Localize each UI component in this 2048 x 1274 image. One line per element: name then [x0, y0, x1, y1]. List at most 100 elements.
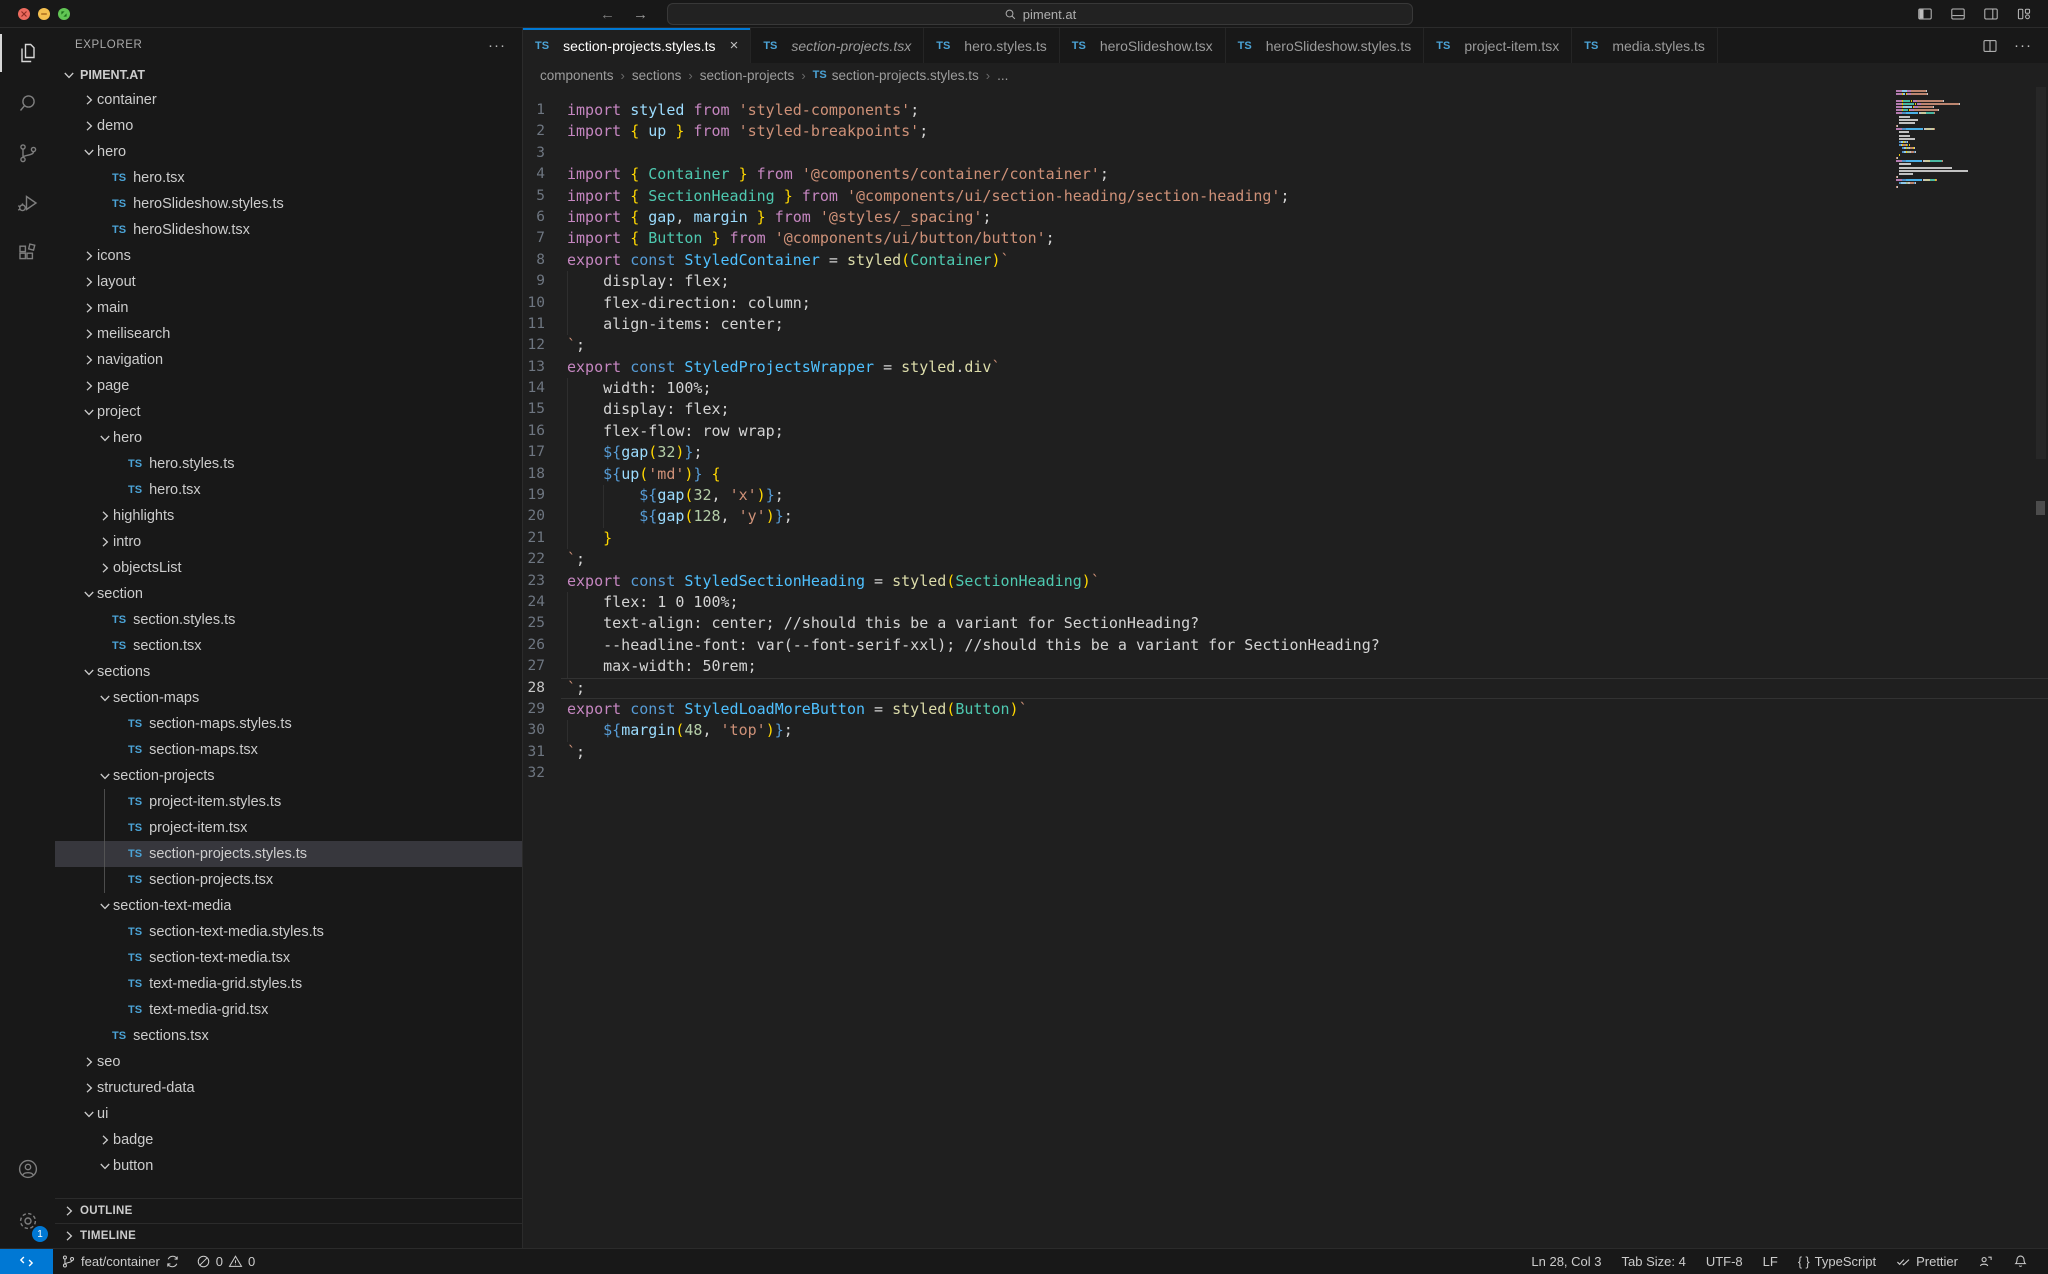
- folder-item-highlights[interactable]: highlights: [55, 503, 522, 529]
- file-item-section-maps.styles.ts[interactable]: TSsection-maps.styles.ts: [55, 711, 522, 737]
- remote-indicator[interactable]: [0, 1249, 53, 1274]
- notifications-button[interactable]: [2003, 1249, 2038, 1274]
- code-line[interactable]: 20 ${gap(128, 'y')};: [523, 506, 2048, 527]
- navigate-back-button[interactable]: ←: [600, 6, 615, 23]
- file-item-hero.tsx[interactable]: TShero.tsx: [55, 165, 522, 191]
- outline-section[interactable]: OUTLINE: [55, 1198, 522, 1223]
- code-line[interactable]: 18 ${up('md')} {: [523, 464, 2048, 485]
- folder-item-sections[interactable]: sections: [55, 659, 522, 685]
- folder-item-page[interactable]: page: [55, 373, 522, 399]
- code-line[interactable]: 21 }: [523, 528, 2048, 549]
- folder-item-section-text-media[interactable]: section-text-media: [55, 893, 522, 919]
- problems-indicator[interactable]: 0 0: [188, 1249, 263, 1274]
- code-editor[interactable]: 1import styled from 'styled-components';…: [523, 87, 2048, 1248]
- code-line[interactable]: 10 flex-direction: column;: [523, 293, 2048, 314]
- activity-explorer[interactable]: [0, 28, 55, 78]
- activity-extensions[interactable]: [0, 228, 55, 278]
- code-line[interactable]: 31`;: [523, 742, 2048, 763]
- file-item-hero.tsx[interactable]: TShero.tsx: [55, 477, 522, 503]
- code-line[interactable]: 14 width: 100%;: [523, 378, 2048, 399]
- folder-item-hero[interactable]: hero: [55, 425, 522, 451]
- code-line[interactable]: 11 align-items: center;: [523, 314, 2048, 335]
- folder-item-section-maps[interactable]: section-maps: [55, 685, 522, 711]
- breadcrumb-item[interactable]: components: [540, 68, 614, 83]
- file-item-project-item.styles.ts[interactable]: TSproject-item.styles.ts: [55, 789, 522, 815]
- editor-tab[interactable]: TShero.styles.ts: [924, 28, 1060, 63]
- close-window-button[interactable]: [18, 8, 30, 20]
- workspace-root[interactable]: PIMENT.AT: [55, 62, 522, 87]
- code-line[interactable]: 16 flex-flow: row wrap;: [523, 421, 2048, 442]
- minimap[interactable]: [1896, 90, 2028, 192]
- close-tab-icon[interactable]: ×: [730, 37, 739, 54]
- file-item-section-text-media.styles.ts[interactable]: TSsection-text-media.styles.ts: [55, 919, 522, 945]
- code-line[interactable]: 30 ${margin(48, 'top')};: [523, 720, 2048, 741]
- code-line[interactable]: 7import { Button } from '@components/ui/…: [523, 228, 2048, 249]
- file-item-section-projects.styles.ts[interactable]: TSsection-projects.styles.ts: [55, 841, 522, 867]
- editor-tab[interactable]: TSmedia.styles.ts: [1572, 28, 1718, 63]
- breadcrumb-item[interactable]: section-projects: [700, 68, 795, 83]
- folder-item-intro[interactable]: intro: [55, 529, 522, 555]
- code-line[interactable]: 17 ${gap(32)};: [523, 442, 2048, 463]
- branch-indicator[interactable]: feat/container: [53, 1249, 188, 1274]
- folder-item-demo[interactable]: demo: [55, 113, 522, 139]
- toggle-secondary-sidebar-icon[interactable]: [1983, 6, 1999, 22]
- activity-settings[interactable]: 1: [0, 1194, 55, 1248]
- code-line[interactable]: 27 max-width: 50rem;: [523, 656, 2048, 677]
- editor-tab[interactable]: TSproject-item.tsx: [1424, 28, 1572, 63]
- code-line[interactable]: 13export const StyledProjectsWrapper = s…: [523, 357, 2048, 378]
- zoom-window-button[interactable]: [58, 8, 70, 20]
- activity-source-control[interactable]: [0, 128, 55, 178]
- editor-tab[interactable]: TSheroSlideshow.tsx: [1060, 28, 1226, 63]
- file-item-project-item.tsx[interactable]: TSproject-item.tsx: [55, 815, 522, 841]
- indentation[interactable]: Tab Size: 4: [1612, 1249, 1696, 1274]
- folder-item-seo[interactable]: seo: [55, 1049, 522, 1075]
- code-line[interactable]: 28`;: [523, 678, 2048, 699]
- editor-more-actions-icon[interactable]: ···: [2014, 37, 2032, 54]
- folder-item-icons[interactable]: icons: [55, 243, 522, 269]
- editor-tab[interactable]: TSsection-projects.tsx: [751, 28, 924, 63]
- code-line[interactable]: 3: [523, 143, 2048, 164]
- code-line[interactable]: 4import { Container } from '@components/…: [523, 164, 2048, 185]
- file-item-text-media-grid.tsx[interactable]: TStext-media-grid.tsx: [55, 997, 522, 1023]
- breadcrumb-item[interactable]: ...: [997, 68, 1008, 83]
- feedback-button[interactable]: [1968, 1249, 2003, 1274]
- code-line[interactable]: 23export const StyledSectionHeading = st…: [523, 571, 2048, 592]
- encoding[interactable]: UTF-8: [1696, 1249, 1753, 1274]
- code-line[interactable]: 19 ${gap(32, 'x')};: [523, 485, 2048, 506]
- code-line[interactable]: 1import styled from 'styled-components';: [523, 100, 2048, 121]
- code-line[interactable]: 6import { gap, margin } from '@styles/_s…: [523, 207, 2048, 228]
- editor-scrollbar[interactable]: [2036, 87, 2046, 459]
- file-item-section-text-media.tsx[interactable]: TSsection-text-media.tsx: [55, 945, 522, 971]
- folder-item-project[interactable]: project: [55, 399, 522, 425]
- editor-tab[interactable]: TSsection-projects.styles.ts×: [523, 28, 751, 63]
- command-center-search[interactable]: piment.at: [667, 3, 1413, 25]
- language-mode[interactable]: { } TypeScript: [1788, 1249, 1886, 1274]
- file-item-section-maps.tsx[interactable]: TSsection-maps.tsx: [55, 737, 522, 763]
- folder-item-meilisearch[interactable]: meilisearch: [55, 321, 522, 347]
- code-line[interactable]: 24 flex: 1 0 100%;: [523, 592, 2048, 613]
- file-item-heroSlideshow.styles.ts[interactable]: TSheroSlideshow.styles.ts: [55, 191, 522, 217]
- folder-item-section-projects[interactable]: section-projects: [55, 763, 522, 789]
- file-item-section.tsx[interactable]: TSsection.tsx: [55, 633, 522, 659]
- toggle-panel-icon[interactable]: [1950, 6, 1966, 22]
- folder-item-main[interactable]: main: [55, 295, 522, 321]
- folder-item-navigation[interactable]: navigation: [55, 347, 522, 373]
- code-line[interactable]: 9 display: flex;: [523, 271, 2048, 292]
- folder-item-objectsList[interactable]: objectsList: [55, 555, 522, 581]
- activity-search[interactable]: [0, 78, 55, 128]
- folder-item-ui[interactable]: ui: [55, 1101, 522, 1127]
- folder-item-hero[interactable]: hero: [55, 139, 522, 165]
- folder-item-layout[interactable]: layout: [55, 269, 522, 295]
- file-item-section-projects.tsx[interactable]: TSsection-projects.tsx: [55, 867, 522, 893]
- formatter-status[interactable]: Prettier: [1886, 1249, 1968, 1274]
- split-editor-icon[interactable]: [1982, 38, 1998, 54]
- explorer-more-actions-icon[interactable]: ···: [488, 37, 506, 54]
- code-line[interactable]: 26 --headline-font: var(--font-serif-xxl…: [523, 635, 2048, 656]
- file-item-sections.tsx[interactable]: TSsections.tsx: [55, 1023, 522, 1049]
- breadcrumb-item[interactable]: sections: [632, 68, 682, 83]
- file-item-hero.styles.ts[interactable]: TShero.styles.ts: [55, 451, 522, 477]
- folder-item-container[interactable]: container: [55, 87, 522, 113]
- code-line[interactable]: 5import { SectionHeading } from '@compon…: [523, 186, 2048, 207]
- folder-item-button[interactable]: button: [55, 1153, 522, 1179]
- folder-item-structured-data[interactable]: structured-data: [55, 1075, 522, 1101]
